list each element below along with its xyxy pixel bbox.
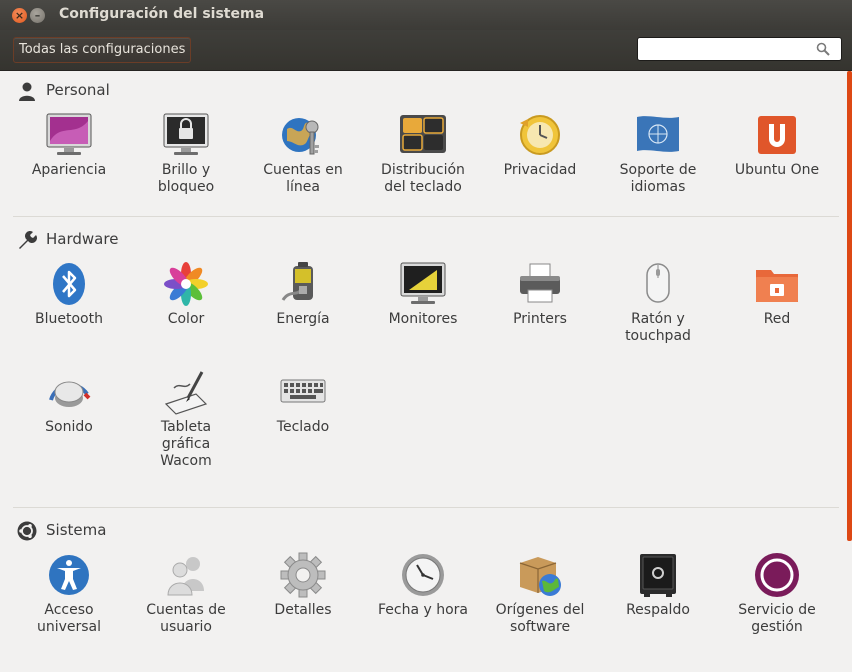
displays-icon <box>400 262 446 304</box>
settings-item-label: Teclado <box>276 419 330 435</box>
settings-item-detalles[interactable]: Detalles <box>246 551 360 619</box>
title-bar: × – Configuración del sistema <box>0 0 852 30</box>
settings-item-cuentas-linea[interactable]: Cuentas en línea <box>246 111 360 196</box>
keyboard-layout-icon <box>400 115 446 153</box>
settings-item-wacom[interactable]: Tableta gráfica Wacom <box>129 368 243 470</box>
settings-item-fecha-hora[interactable]: Fecha y hora <box>366 551 480 619</box>
settings-item-label: Detalles <box>274 602 332 618</box>
settings-item-printers[interactable]: Printers <box>483 260 597 328</box>
settings-item-label: Sonido <box>45 419 93 435</box>
settings-item-label: Ubuntu One <box>734 162 820 178</box>
settings-item-label: Monitores <box>388 311 458 327</box>
backup-safe-icon <box>640 554 676 597</box>
minimize-window-button[interactable]: – <box>30 8 45 23</box>
mouse-icon <box>646 263 670 303</box>
settings-item-label: Fecha y hora <box>377 602 468 618</box>
all-settings-button[interactable]: Todas las configuraciones <box>13 37 192 63</box>
details-gear-icon <box>280 552 326 598</box>
wacom-tablet-icon <box>164 371 208 415</box>
sound-icon <box>49 381 91 407</box>
settings-item-ubuntu-one[interactable]: Ubuntu One <box>720 111 834 179</box>
search-input[interactable] <box>642 40 816 60</box>
settings-item-label: Color <box>167 311 205 327</box>
universal-access-icon <box>49 555 89 595</box>
settings-content: Personal Apariencia Brillo y bloqueo Cue… <box>0 71 852 672</box>
bluetooth-icon <box>53 263 85 305</box>
settings-item-label: Tableta gráfica Wacom <box>160 419 212 469</box>
settings-item-teclado[interactable]: Teclado <box>246 368 360 436</box>
settings-item-energia[interactable]: Energía <box>246 260 360 328</box>
settings-item-label: Respaldo <box>626 602 690 618</box>
search-icon[interactable] <box>816 42 830 56</box>
scrollbar[interactable] <box>847 71 852 541</box>
settings-item-brillo[interactable]: Brillo y bloqueo <box>129 111 243 196</box>
settings-window: × – Configuración del sistema Todas las … <box>0 0 852 672</box>
management-service-icon <box>755 553 799 597</box>
printer-icon <box>520 263 560 303</box>
settings-item-acceso-universal[interactable]: Acceso universal <box>12 551 126 636</box>
settings-item-label: Energía <box>276 311 330 327</box>
settings-item-red[interactable]: Red <box>720 260 834 328</box>
settings-item-label: Orígenes del software <box>495 602 585 635</box>
settings-item-label: Acceso universal <box>36 602 102 635</box>
settings-item-label: Servicio de gestión <box>738 602 816 635</box>
settings-item-label: Cuentas de usuario <box>146 602 226 635</box>
person-icon <box>19 82 35 101</box>
settings-item-apariencia[interactable]: Apariencia <box>12 111 126 179</box>
settings-item-monitores[interactable]: Monitores <box>366 260 480 328</box>
clock-icon <box>402 554 444 596</box>
settings-item-cuentas-usuario[interactable]: Cuentas de usuario <box>129 551 243 636</box>
settings-item-respaldo[interactable]: Respaldo <box>601 551 715 619</box>
settings-item-label: Soporte de idiomas <box>619 162 697 195</box>
settings-item-origenes[interactable]: Orígenes del software <box>483 551 597 636</box>
settings-item-servicio-gestion[interactable]: Servicio de gestión <box>720 551 834 636</box>
brightness-lock-icon <box>163 113 209 155</box>
settings-item-sonido[interactable]: Sonido <box>12 368 126 436</box>
section-hardware-title: Hardware <box>46 230 119 248</box>
software-sources-icon <box>519 557 561 596</box>
search-box[interactable] <box>637 37 842 61</box>
language-support-icon <box>637 116 679 152</box>
settings-item-label: Privacidad <box>503 162 577 178</box>
settings-item-raton[interactable]: Ratón y touchpad <box>601 260 715 345</box>
section-divider <box>13 507 839 508</box>
settings-item-label: Brillo y bloqueo <box>157 162 215 195</box>
section-sistema-title: Sistema <box>46 521 107 539</box>
settings-item-label: Cuentas en línea <box>263 162 343 195</box>
keyboard-icon <box>280 379 326 403</box>
network-icon <box>756 270 798 302</box>
section-divider <box>13 216 839 217</box>
settings-item-label: Apariencia <box>31 162 107 178</box>
settings-item-label: Distribución del teclado <box>381 162 465 195</box>
settings-item-idiomas[interactable]: Soporte de idiomas <box>601 111 715 196</box>
appearance-icon <box>46 113 92 155</box>
close-window-button[interactable]: × <box>12 8 27 23</box>
system-icon <box>17 521 37 541</box>
settings-item-label: Printers <box>513 311 567 327</box>
ubuntu-one-icon <box>758 116 796 154</box>
settings-item-label: Ratón y touchpad <box>625 311 691 344</box>
settings-item-label: Bluetooth <box>35 311 103 327</box>
color-icon <box>164 262 208 306</box>
wrench-icon <box>19 231 37 249</box>
settings-item-color[interactable]: Color <box>129 260 243 328</box>
online-accounts-icon <box>282 118 319 155</box>
settings-item-privacidad[interactable]: Privacidad <box>483 111 597 179</box>
toolbar: Todas las configuraciones <box>0 30 852 71</box>
settings-item-bluetooth[interactable]: Bluetooth <box>12 260 126 328</box>
user-accounts-icon <box>167 557 204 596</box>
section-personal-title: Personal <box>46 81 110 99</box>
privacy-icon <box>520 115 560 155</box>
settings-item-distribucion[interactable]: Distribución del teclado <box>366 111 480 196</box>
settings-item-label: Red <box>763 311 791 327</box>
power-icon <box>281 262 313 301</box>
window-title: Configuración del sistema <box>59 6 265 22</box>
